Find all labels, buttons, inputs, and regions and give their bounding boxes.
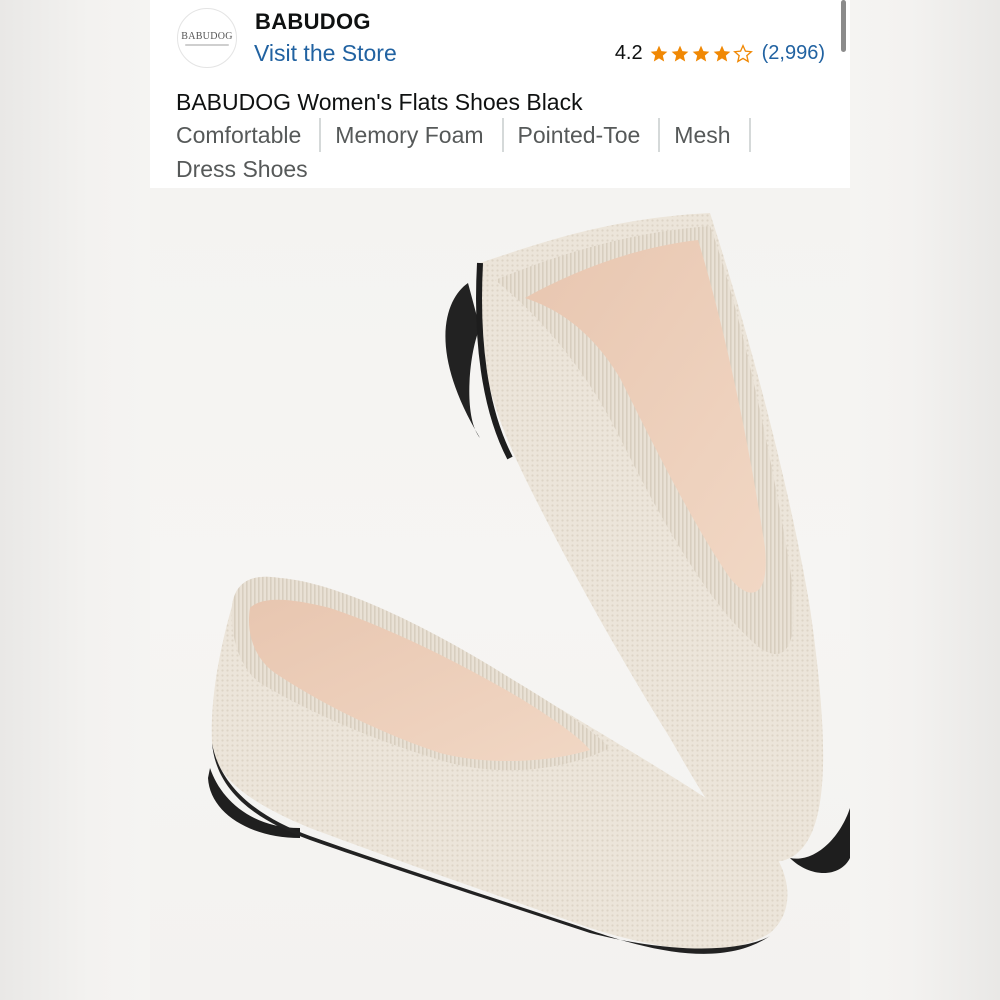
product-image-area[interactable] [150, 188, 850, 1000]
star-full-icon [692, 45, 709, 61]
rating-stars[interactable] [649, 43, 754, 64]
feature-dress-shoes: Dress Shoes [176, 156, 308, 182]
store-logo-tagline [185, 43, 229, 46]
feature-pointed-toe: Pointed-Toe [518, 118, 661, 152]
star-full-icon [713, 45, 730, 61]
star-full-icon [671, 45, 688, 61]
feature-memory-foam: Memory Foam [335, 118, 504, 152]
product-title[interactable]: BABUDOG Women's Flats Shoes Black [176, 86, 826, 118]
review-count-link[interactable]: (2,996) [762, 42, 825, 65]
store-logo[interactable]: BABUDOG [177, 8, 237, 68]
product-image-flats [208, 213, 850, 954]
rating-value: 4.2 [614, 42, 643, 64]
scrollbar-thumb[interactable] [841, 0, 846, 52]
product-header: BABUDOG BABUDOG Visit the Store 4.2 (2,9… [150, 0, 850, 188]
star-outline-icon [732, 43, 753, 63]
visit-store-link[interactable]: Visit the Store [254, 40, 397, 67]
feature-comfortable: Comfortable [176, 118, 322, 152]
feature-mesh: Mesh [674, 118, 751, 152]
product-panel: BABUDOG BABUDOG Visit the Store 4.2 (2,9… [150, 0, 850, 1000]
rating-summary[interactable]: 4.2 (2,996) [615, 42, 825, 65]
brand-name: BABUDOG [255, 9, 371, 34]
right-blurred-background [850, 0, 1000, 1000]
product-features: Comfortable Memory Foam Pointed-Toe Mesh Dr… [176, 118, 836, 186]
store-logo-text: BABUDOG [181, 30, 233, 42]
star-full-icon [650, 45, 667, 61]
left-blurred-background [0, 0, 150, 1000]
